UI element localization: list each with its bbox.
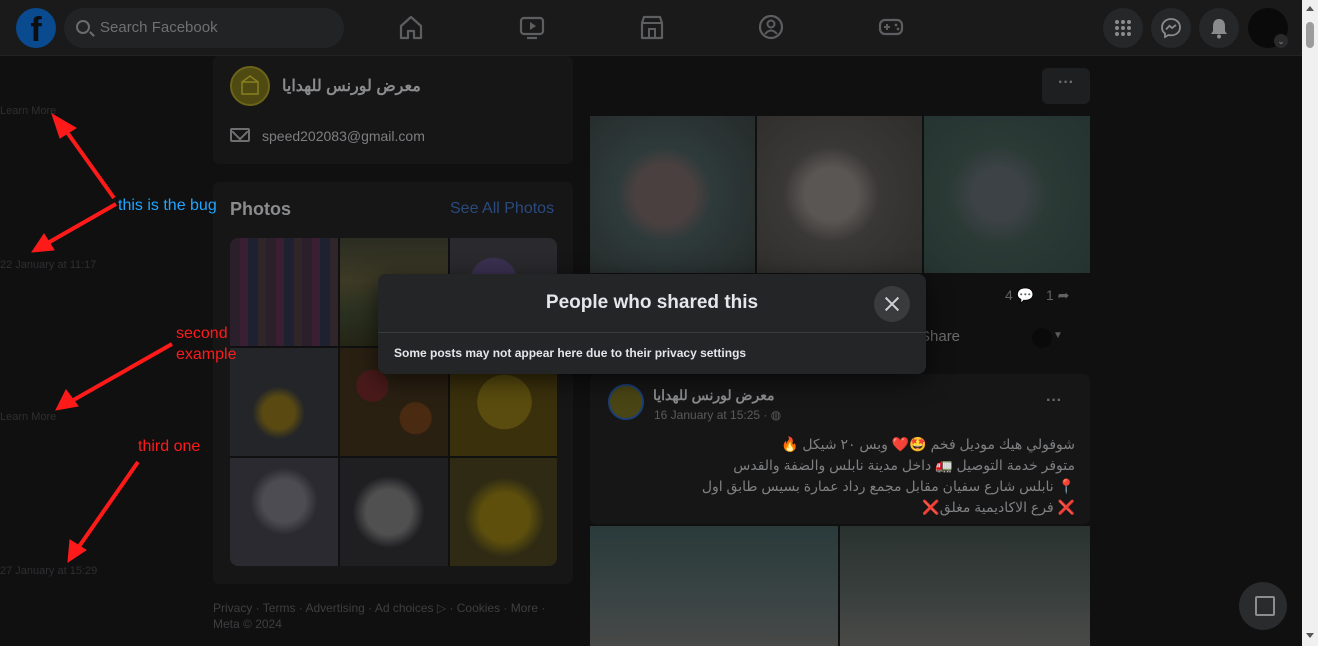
photo-tile-yellow-bouquet[interactable] <box>450 458 557 566</box>
post-photo-usb-device[interactable] <box>924 116 1090 273</box>
share-button[interactable]: Share <box>920 328 960 345</box>
post-text: شوفولي هيك موديل فخم 🤩❤️ وبس ٢٠ شيكل 🔥 م… <box>600 434 1075 518</box>
post-text-line: متوفر خدمة التوصيل 🚛 داخل مدينة نابلس وا… <box>733 457 1075 473</box>
people-who-shared-dialog: People who shared this Some posts may no… <box>378 274 926 374</box>
post-photo-flowers-mugs[interactable] <box>590 526 838 646</box>
search-icon <box>76 20 90 34</box>
post-author-name[interactable]: معرض لورنس للهدايا <box>653 387 774 404</box>
search-box[interactable] <box>64 8 344 48</box>
learn-more-link-2[interactable]: Learn More <box>0 411 56 423</box>
annotation-arrowhead-second <box>55 389 79 411</box>
post-more-options-button[interactable]: ··· <box>1046 392 1062 410</box>
annotation-third-label: third one <box>138 438 201 455</box>
chevron-down-icon[interactable]: ⌄ <box>1274 34 1288 48</box>
photo-tile-tumblers[interactable] <box>230 238 338 346</box>
annotation-arrowhead-bug-1 <box>51 112 77 139</box>
new-message-button[interactable] <box>1239 582 1287 630</box>
facebook-logo-icon[interactable]: f <box>16 8 56 48</box>
post-timestamp[interactable]: 16 January at 15:25 · ◍ <box>654 408 781 422</box>
groups-icon[interactable] <box>756 12 786 42</box>
dialog-title: People who shared this <box>545 292 759 313</box>
post-photo-teapot-set[interactable] <box>840 526 1090 646</box>
notifications-bell-icon[interactable] <box>1199 8 1239 48</box>
chevron-down-icon[interactable]: ▼ <box>1053 330 1063 341</box>
share-audience-avatar[interactable] <box>1032 328 1052 348</box>
close-icon[interactable] <box>874 286 910 322</box>
photo-tile-white-flowers-2[interactable] <box>340 458 448 566</box>
post-author-avatar[interactable] <box>608 384 644 420</box>
post-timestamp-2: 27 January at 15:29 <box>0 565 98 577</box>
page-avatar[interactable] <box>230 66 270 106</box>
home-icon[interactable] <box>396 12 426 42</box>
annotation-arrowhead-third <box>67 539 87 563</box>
annotation-arrowhead-bug-2 <box>31 233 55 253</box>
gaming-icon[interactable] <box>876 12 906 42</box>
photo-tile-white-flowers-1[interactable] <box>230 458 338 566</box>
annotation-second-label-1: second <box>176 325 228 342</box>
post-text-line: ❌ فرع الاكاديمية مغلق❌ <box>922 499 1075 515</box>
page-more-options-button[interactable]: ··· <box>1042 68 1090 104</box>
scroll-up-arrow-icon[interactable] <box>1306 6 1314 11</box>
scroll-down-arrow-icon[interactable] <box>1306 633 1314 638</box>
marketplace-icon[interactable] <box>637 12 667 42</box>
annotation-arrow-second <box>69 342 173 404</box>
footer-links[interactable]: Privacy · Terms · Advertising · Ad choic… <box>213 600 573 632</box>
annotation-arrow-bug-2 <box>45 202 117 246</box>
post-text-line: شوفولي هيك موديل فخم 🤩❤️ وبس ٢٠ شيكل 🔥 <box>781 436 1075 452</box>
messenger-icon[interactable] <box>1151 8 1191 48</box>
page-name[interactable]: معرض لورنس للهدايا <box>282 76 421 96</box>
photo-tile-sunflower-cup[interactable] <box>230 348 338 456</box>
see-all-photos-link[interactable]: See All Photos <box>450 200 554 218</box>
post-timestamp-1: 22 January at 11:17 <box>0 259 97 271</box>
gift-shop-logo-icon <box>241 75 259 95</box>
annotation-arrow-third <box>76 460 140 550</box>
share-count[interactable]: 1 ➦ <box>1046 287 1069 304</box>
comment-count[interactable]: 4 💬 <box>1005 287 1034 304</box>
email-icon <box>230 128 250 142</box>
comment-count-value: 4 <box>1005 287 1013 303</box>
post-photo-rainbow-lamp[interactable] <box>590 116 755 273</box>
video-icon[interactable] <box>517 12 547 42</box>
annotation-arrow-bug-1 <box>62 126 116 200</box>
top-navigation-bar: f Search Facebook ⌄ <box>0 0 1302 56</box>
learn-more-link-1[interactable]: Learn More <box>0 105 56 117</box>
annotation-bug-label: this is the bug <box>118 197 217 214</box>
scrollbar-thumb[interactable] <box>1306 22 1314 48</box>
post-text-line: 📍 نابلس شارع سفيان مقابل مجمع رداد عمارة… <box>701 478 1075 494</box>
search-input[interactable] <box>100 8 330 48</box>
facebook-page: f Search Facebook ⌄ Learn More 22 Januar… <box>0 0 1318 646</box>
photos-title: Photos <box>230 199 291 219</box>
share-count-value: 1 <box>1046 287 1054 303</box>
privacy-note: Some posts may not appear here due to th… <box>394 346 747 360</box>
page-email: speed202083@gmail.com <box>262 128 425 144</box>
menu-grid-icon[interactable] <box>1103 8 1143 48</box>
annotation-second-label-2: example <box>176 346 237 363</box>
globe-icon: ◍ <box>770 408 782 422</box>
page-scrollbar[interactable] <box>1302 0 1318 646</box>
dialog-divider <box>378 332 926 333</box>
post-photo-white-lamp[interactable] <box>757 116 922 273</box>
post-time-text: 16 January at 15:25 · <box>654 408 771 422</box>
